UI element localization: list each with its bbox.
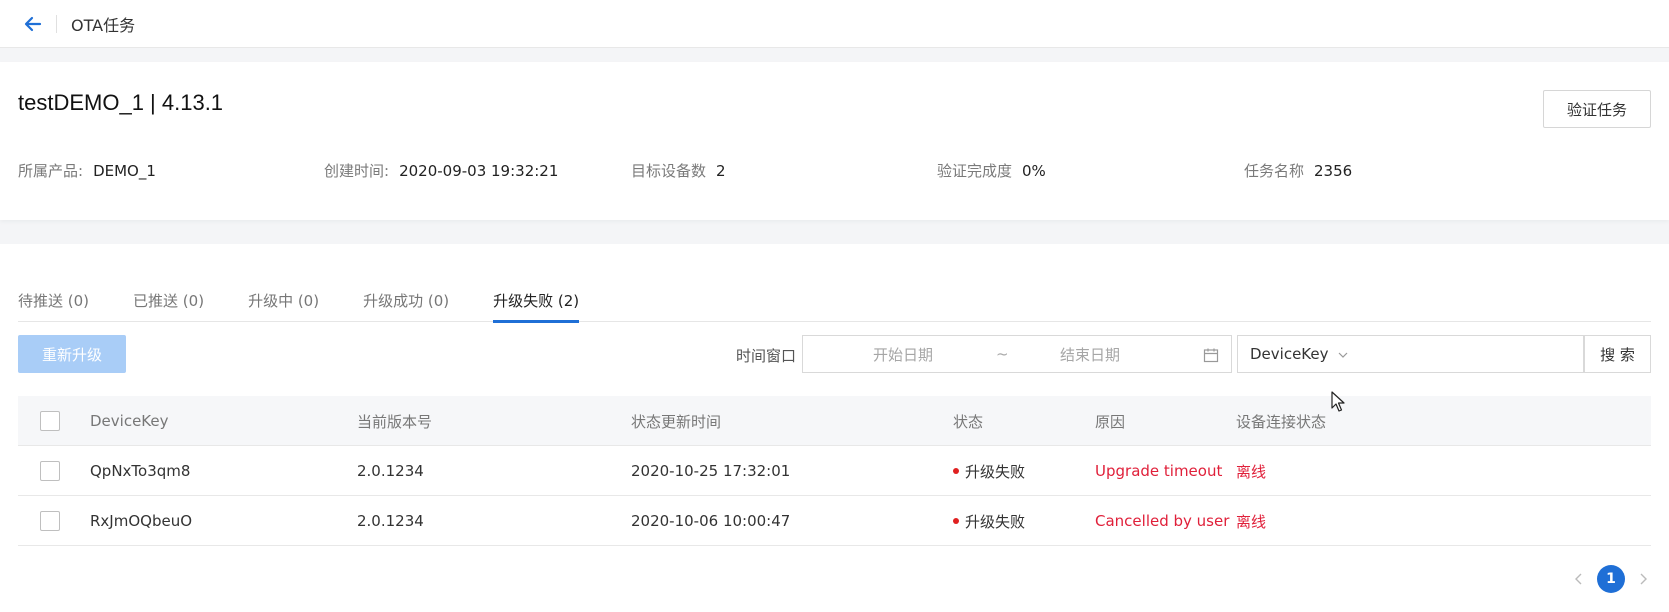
meta-target-devices: 目标设备数 2 (631, 160, 726, 181)
reupgrade-button[interactable]: 重新升级 (18, 335, 126, 373)
chevron-left-icon (1575, 573, 1582, 585)
failure-reason: Upgrade timeout (1095, 462, 1223, 480)
tab-pending[interactable]: 待推送 (0) (18, 278, 89, 322)
connection-status: 离线 (1236, 462, 1267, 481)
device-table: DeviceKey 当前版本号 状态更新时间 状态 原因 设备连接状态 QpNx… (18, 396, 1651, 546)
pagination: 1 (1571, 564, 1651, 594)
column-header: 设备连接状态 (1236, 412, 1327, 431)
device-key: RxJmOQbeuO (90, 512, 193, 530)
spacer (0, 220, 1669, 244)
status-tabs: 待推送 (0) 已推送 (0) 升级中 (0) 升级成功 (0) 升级失败 (2… (18, 278, 1651, 323)
column-header: DeviceKey (90, 412, 169, 430)
tab-failed[interactable]: 升级失败 (2) (493, 278, 580, 323)
select-all-checkbox[interactable] (40, 411, 60, 431)
chevron-right-icon (1640, 573, 1647, 585)
meta-product: 所属产品: DEMO_1 (18, 160, 156, 181)
meta-created-time: 创建时间: 2020-09-03 19:32:21 (324, 160, 558, 181)
row-select-cell (40, 496, 60, 546)
page-number-current[interactable]: 1 (1597, 565, 1625, 593)
status-text: 升级失败 (965, 512, 1026, 531)
table-row: RxJmOQbeuO 2.0.1234 2020-10-06 10:00:47 … (18, 496, 1651, 546)
search-button[interactable]: 搜 索 (1584, 335, 1651, 373)
status-dot-icon (953, 518, 959, 524)
select-all-cell (40, 396, 60, 446)
column-header: 原因 (1095, 412, 1126, 431)
filter-toolbar: 重新升级 时间窗口 开始日期 ~ 结束日期 DeviceKey 搜 索 (18, 335, 1651, 375)
version: 2.0.1234 (357, 512, 424, 530)
meta-label: 所属产品: (18, 162, 84, 180)
status-text: 升级失败 (965, 462, 1026, 481)
meta-task-name: 任务名称 2356 (1244, 160, 1352, 181)
range-separator: ~ (996, 345, 1009, 363)
tab-upgrading[interactable]: 升级中 (0) (248, 278, 319, 322)
column-header: 状态更新时间 (631, 412, 722, 431)
row-checkbox[interactable] (40, 511, 60, 531)
table-header: DeviceKey 当前版本号 状态更新时间 状态 原因 设备连接状态 (18, 396, 1651, 446)
back-button[interactable] (20, 11, 46, 37)
search-field-select[interactable]: DeviceKey (1237, 335, 1361, 373)
failure-reason: Cancelled by user (1095, 512, 1230, 530)
arrow-left-icon (24, 16, 42, 31)
column-header: 当前版本号 (357, 412, 433, 431)
column-header: 状态 (953, 412, 984, 431)
updated-time: 2020-10-06 10:00:47 (631, 512, 791, 530)
tab-success[interactable]: 升级成功 (0) (363, 278, 449, 322)
spacer (0, 48, 1669, 62)
updated-time: 2020-10-25 17:32:01 (631, 462, 791, 480)
tab-pushed[interactable]: 已推送 (0) (133, 278, 204, 322)
version: 2.0.1234 (357, 462, 424, 480)
meta-value: 2020-09-03 19:32:21 (399, 161, 559, 180)
prev-page-button[interactable] (1571, 571, 1587, 587)
mouse-cursor-icon (1331, 391, 1345, 412)
device-key: QpNxTo3qm8 (90, 462, 191, 480)
row-checkbox[interactable] (40, 461, 60, 481)
meta-verify-progress: 验证完成度 0% (937, 160, 1046, 181)
page-title: OTA任务 (71, 15, 136, 35)
main-content: 待推送 (0) 已推送 (0) 升级中 (0) 升级成功 (0) 升级失败 (2… (0, 244, 1669, 612)
task-meta-row: 所属产品: DEMO_1 创建时间: 2020-09-03 19:32:21 目… (18, 160, 1651, 184)
select-value: DeviceKey (1250, 345, 1329, 363)
start-date-input[interactable]: 开始日期 (873, 344, 933, 365)
chevron-down-icon (1338, 352, 1348, 358)
next-page-button[interactable] (1635, 571, 1651, 587)
status-cell: 升级失败 (953, 446, 1025, 496)
meta-value: 2356 (1314, 161, 1353, 180)
task-title: testDEMO_1 | 4.13.1 (18, 90, 224, 115)
table-row: QpNxTo3qm8 2.0.1234 2020-10-25 17:32:01 … (18, 446, 1651, 496)
time-window-label: 时间窗口 (736, 347, 797, 365)
end-date-input[interactable]: 结束日期 (1060, 344, 1120, 365)
task-info-card: testDEMO_1 | 4.13.1 验证任务 所属产品: DEMO_1 创建… (0, 62, 1669, 220)
header-divider (56, 14, 57, 33)
meta-value: 2 (716, 161, 726, 180)
meta-label: 目标设备数 (631, 162, 707, 180)
search-input[interactable] (1360, 335, 1584, 373)
status-dot-icon (953, 468, 959, 474)
calendar-icon (1203, 348, 1219, 363)
connection-status: 离线 (1236, 512, 1267, 531)
date-range-picker[interactable]: 开始日期 ~ 结束日期 (802, 335, 1232, 373)
meta-value: DEMO_1 (93, 161, 156, 180)
meta-value: 0% (1022, 161, 1046, 180)
row-select-cell (40, 446, 60, 496)
meta-label: 创建时间: (324, 162, 390, 180)
verify-task-button[interactable]: 验证任务 (1543, 90, 1651, 128)
top-header: OTA任务 (0, 0, 1669, 48)
status-cell: 升级失败 (953, 496, 1025, 546)
meta-label: 验证完成度 (937, 162, 1013, 180)
meta-label: 任务名称 (1244, 162, 1305, 180)
